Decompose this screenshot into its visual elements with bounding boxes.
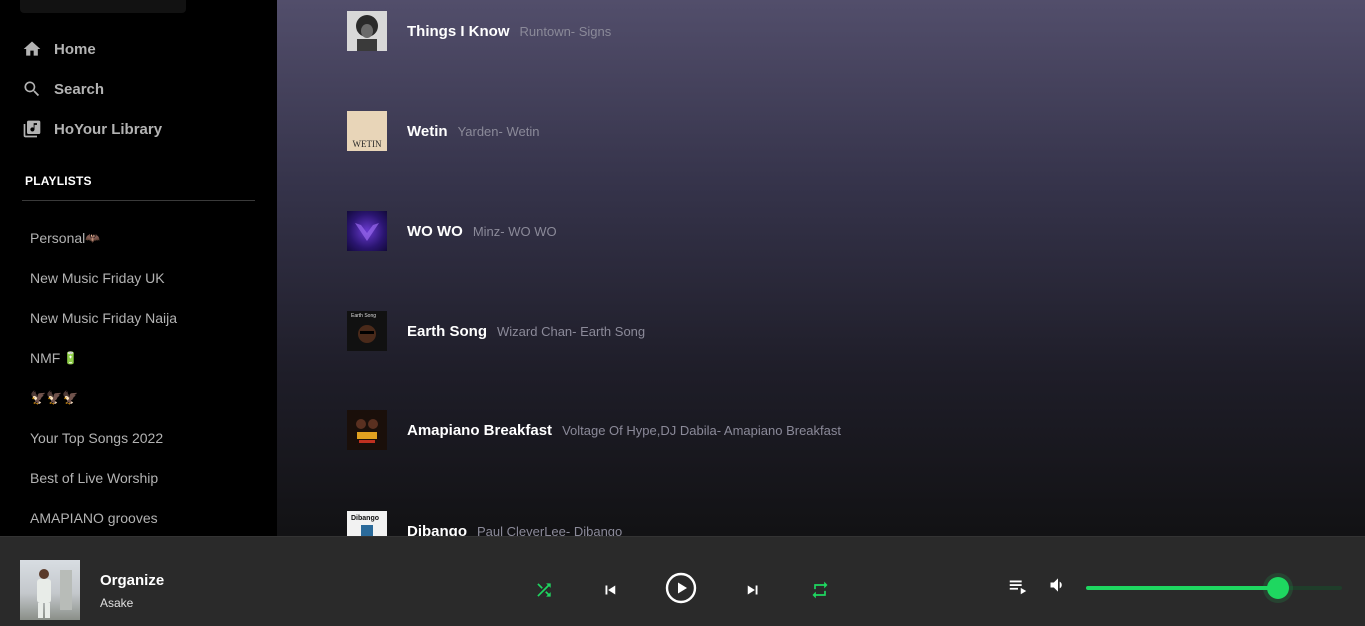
sidebar-divider — [22, 200, 255, 201]
track-title: Wetin — [407, 122, 448, 140]
repeat-button[interactable] — [808, 578, 832, 602]
playlist-item[interactable]: New Music Friday UK — [30, 270, 165, 286]
queue-button[interactable] — [1006, 574, 1030, 598]
playlist-item[interactable]: 🦅🦅🦅 — [30, 390, 79, 406]
track-subtitle: Minz- WO WO — [472, 223, 557, 239]
play-button[interactable] — [665, 572, 697, 604]
next-icon — [747, 585, 758, 595]
volume-button[interactable] — [1046, 573, 1070, 597]
track-subtitle: Wizard Chan- Earth Song — [497, 323, 646, 339]
now-playing-title[interactable]: Organize — [100, 572, 164, 589]
volume-slider-fill — [1086, 586, 1278, 590]
track-row[interactable]: Earth Song Earth Song Wizard Chan- Earth… — [347, 311, 645, 351]
bat-emoji: 🦇 — [85, 231, 101, 245]
playlist-item[interactable]: Best of Live Worship — [30, 470, 158, 486]
sidebar-top-box — [20, 0, 186, 13]
track-title: Things I Know — [407, 22, 510, 40]
playlist-item[interactable]: Personal 🦇 — [30, 230, 100, 246]
track-subtitle: Voltage Of Hype,DJ Dabila- Amapiano Brea… — [562, 422, 841, 438]
volume-icon — [1050, 578, 1062, 592]
track-row[interactable]: Amapiano Breakfast Voltage Of Hype,DJ Da… — [347, 410, 841, 450]
track-subtitle: Runtown- Signs — [519, 23, 612, 39]
track-title: Earth Song — [407, 322, 488, 340]
playlist-item[interactable]: New Music Friday Naija — [30, 310, 177, 326]
home-icon — [23, 41, 41, 56]
track-subtitle: Paul CleverLee- Dibango — [477, 523, 623, 537]
nav-home[interactable]: Home — [22, 37, 96, 61]
volume-slider-thumb[interactable] — [1267, 577, 1289, 599]
track-title: Dibango — [407, 522, 467, 537]
track-subtitle: Yarden- Wetin — [457, 123, 540, 139]
now-playing-cover[interactable] — [20, 560, 80, 620]
queue-icon — [1009, 580, 1027, 595]
track-row[interactable]: Dibango Dibango Paul CleverLee- Dibango — [347, 511, 622, 536]
track-title: Amapiano Breakfast — [407, 421, 553, 439]
nav-search-label: Search — [54, 80, 105, 98]
track-cover: WETIN — [347, 111, 387, 151]
playlists-heading: PLAYLISTS — [25, 174, 92, 188]
previous-icon — [605, 585, 616, 595]
battery-emoji: 🔋 — [63, 351, 79, 365]
library-icon — [23, 120, 41, 138]
playlist-item[interactable]: NMF 🔋 — [30, 350, 78, 366]
track-list: Things I Know Runtown- Signs WETIN Wetin… — [277, 0, 1365, 536]
now-playing-artist[interactable]: Asake — [100, 596, 133, 610]
search-icon — [24, 81, 40, 97]
shuffle-button[interactable] — [532, 578, 556, 602]
previous-button[interactable] — [598, 578, 622, 602]
track-row[interactable]: WETIN Wetin Yarden- Wetin — [347, 111, 539, 151]
track-row[interactable]: WO WO Minz- WO WO — [347, 211, 557, 251]
nav-library-label: HoYour Library — [54, 120, 163, 138]
volume-slider[interactable] — [1086, 577, 1342, 599]
track-cover: Dibango — [347, 511, 387, 536]
repeat-icon — [812, 581, 828, 599]
track-cover — [347, 410, 387, 450]
track-cover — [347, 11, 387, 51]
track-cover — [347, 211, 387, 251]
nav-home-label: Home — [54, 40, 96, 58]
shuffle-icon — [537, 583, 551, 597]
sidebar: Home Search HoYour Library PLAYLISTS Per… — [0, 0, 277, 536]
player-bar: Organize Asake — [0, 536, 1365, 626]
track-cover: Earth Song — [347, 311, 387, 351]
track-row[interactable]: Things I Know Runtown- Signs — [347, 11, 611, 51]
next-button[interactable] — [741, 578, 765, 602]
eagle-emoji: 🦅🦅🦅 — [30, 390, 79, 405]
track-title: WO WO — [407, 222, 463, 240]
nav-library[interactable]: HoYour Library — [22, 117, 162, 141]
play-icon — [665, 572, 697, 604]
nav-search[interactable]: Search — [22, 77, 104, 101]
playlist-item[interactable]: AMAPIANO grooves — [30, 510, 158, 526]
playlist-item[interactable]: Your Top Songs 2022 — [30, 430, 163, 446]
